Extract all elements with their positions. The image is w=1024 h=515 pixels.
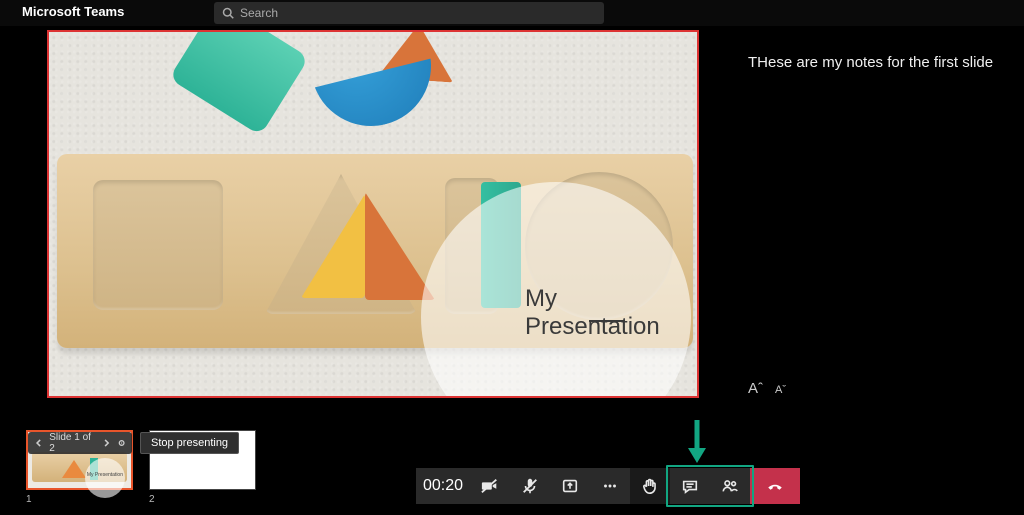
app-title: Microsoft Teams bbox=[22, 4, 124, 19]
raise-hand-button[interactable] bbox=[630, 468, 670, 504]
thumb-number-1: 1 bbox=[26, 494, 32, 505]
increase-font-button[interactable]: Aˆ bbox=[748, 380, 763, 397]
search-icon bbox=[222, 7, 234, 19]
thumb-number-2: 2 bbox=[149, 494, 155, 505]
mic-toggle-button[interactable] bbox=[510, 468, 550, 504]
search-box[interactable]: Search bbox=[214, 2, 604, 24]
mic-off-icon bbox=[521, 477, 539, 495]
title-bar: Microsoft Teams Search bbox=[0, 0, 1024, 26]
annotation-arrow bbox=[684, 418, 710, 464]
tray-slot-square bbox=[93, 180, 223, 310]
thumb1-title: My Presentation bbox=[87, 472, 123, 478]
more-actions-button[interactable] bbox=[590, 468, 630, 504]
annotation-highlight-box bbox=[666, 465, 754, 507]
stop-presenting-button[interactable]: Stop presenting bbox=[140, 432, 239, 454]
camera-toggle-button[interactable] bbox=[470, 468, 510, 504]
slide-title-underline bbox=[589, 320, 625, 322]
camera-off-icon bbox=[481, 477, 499, 495]
slide-navigator: Slide 1 of 2 bbox=[28, 432, 132, 454]
hand-icon bbox=[641, 477, 659, 495]
presenter-view-icon[interactable] bbox=[117, 438, 126, 448]
notes-font-controls: Aˆ Aˇ bbox=[748, 380, 786, 397]
prev-slide-button[interactable] bbox=[34, 438, 43, 448]
search-placeholder: Search bbox=[240, 6, 278, 20]
decrease-font-button[interactable]: Aˇ bbox=[775, 384, 786, 396]
share-button[interactable] bbox=[550, 468, 590, 504]
next-slide-button[interactable] bbox=[102, 438, 111, 448]
presenter-notes: THese are my notes for the first slide bbox=[728, 30, 1024, 370]
presented-slide: My Presentation bbox=[47, 30, 699, 398]
slide-title: My Presentation bbox=[525, 285, 697, 341]
ellipsis-icon bbox=[601, 477, 619, 495]
hang-up-icon bbox=[766, 477, 784, 495]
call-duration: 00:20 bbox=[416, 468, 470, 504]
hang-up-button[interactable] bbox=[750, 468, 800, 504]
share-tray-icon bbox=[561, 477, 579, 495]
slide-counter: Slide 1 of 2 bbox=[49, 432, 95, 454]
